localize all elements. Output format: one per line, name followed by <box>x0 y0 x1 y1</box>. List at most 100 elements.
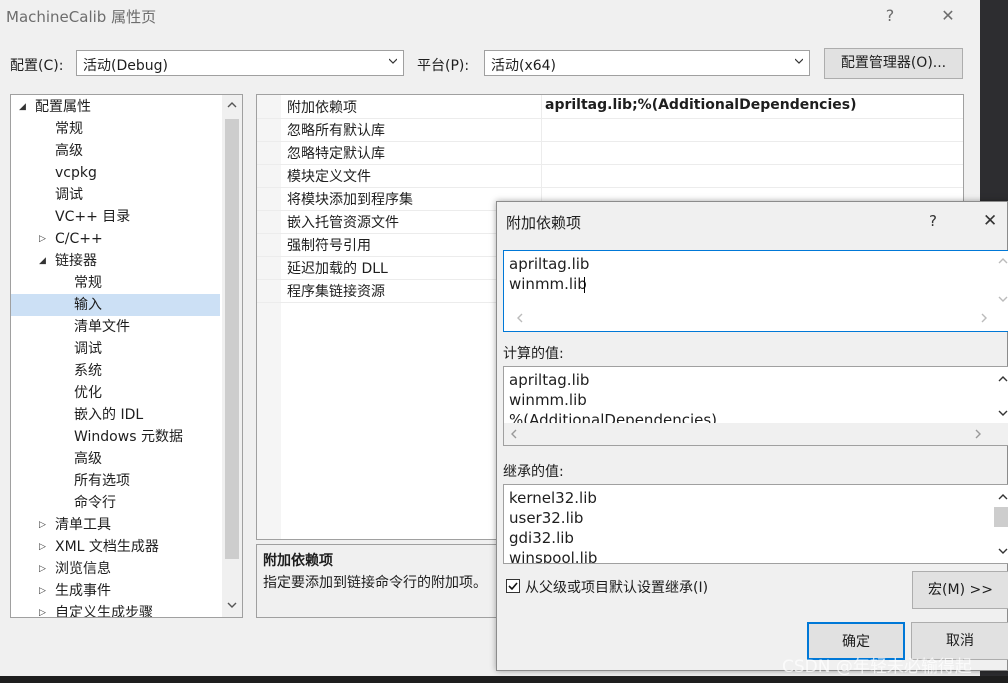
scroll-left-icon[interactable] <box>510 429 518 439</box>
close-button[interactable]: ✕ <box>934 4 962 28</box>
tree-item[interactable]: ▷ XML 文档生成器 <box>11 536 220 558</box>
macro-button[interactable]: 宏(M) >> <box>912 571 1008 609</box>
tree-item[interactable]: 高级 <box>11 140 220 162</box>
tree-item-label: 高级 <box>55 143 83 159</box>
property-name: 嵌入托管资源文件 <box>287 215 399 231</box>
platform-combo[interactable]: 活动(x64) <box>484 50 810 76</box>
tree-scrollbar[interactable] <box>222 95 242 617</box>
expand-arrow-icon[interactable]: ▷ <box>39 536 49 558</box>
description-text: 指定要添加到链接命令行的附加项。 <box>263 575 487 591</box>
tree-item[interactable]: 嵌入的 IDL <box>11 404 220 426</box>
property-name: 附加依赖项 <box>287 100 357 116</box>
computed-line: %(AdditionalDependencies) <box>509 411 718 423</box>
dialog-help-button[interactable]: ? <box>929 212 937 230</box>
computed-hscrollbar[interactable] <box>504 423 1008 445</box>
property-name: 延迟加载的 DLL <box>287 261 388 277</box>
tree-item-label: 输入 <box>74 297 102 313</box>
tree-item[interactable]: VC++ 目录 <box>11 206 220 228</box>
inherited-line: winspool.lib <box>509 549 598 563</box>
platform-value: 活动(x64) <box>491 58 557 74</box>
tree-item[interactable]: 常规 <box>11 118 220 140</box>
scroll-down-icon[interactable] <box>227 601 237 609</box>
inherited-line: kernel32.lib <box>509 489 597 507</box>
tree-item[interactable]: 常规 <box>11 272 220 294</box>
background-strip <box>0 676 1008 683</box>
tree-item-label: 命令行 <box>74 495 116 511</box>
tree-item[interactable]: 输入 <box>11 294 220 316</box>
config-combo[interactable]: 活动(Debug) <box>76 50 404 76</box>
help-button[interactable]: ? <box>876 4 904 28</box>
tree-item-label: 清单文件 <box>74 319 130 335</box>
inherited-values-box: kernel32.lib user32.lib gdi32.lib winspo… <box>503 484 1008 564</box>
tree-item[interactable]: 系统 <box>11 360 220 382</box>
tree-item[interactable]: ▷ 清单工具 <box>11 514 220 536</box>
tree-item-label: 链接器 <box>55 253 97 269</box>
dependencies-edit-box[interactable]: apriltag.lib winmm.lib <box>503 250 1008 332</box>
computed-line: apriltag.lib <box>509 371 590 389</box>
expand-arrow-icon[interactable]: ▷ <box>39 228 49 250</box>
inherited-line: gdi32.lib <box>509 529 574 547</box>
scroll-right-icon[interactable] <box>974 429 982 439</box>
tree-item[interactable]: ▷ 自定义生成步骤 <box>11 602 220 617</box>
platform-label: 平台(P): <box>417 58 470 74</box>
tree-item[interactable]: Windows 元数据 <box>11 426 220 448</box>
watermark: CSDN @年轻未必输得起 <box>782 657 972 677</box>
column-divider <box>541 164 542 187</box>
property-name: 忽略特定默认库 <box>287 146 385 162</box>
title-bar: MachineCalib 属性页 ? ✕ <box>0 0 980 32</box>
tree-item[interactable]: ◢ 配置属性 <box>11 96 220 118</box>
computed-values-label: 计算的值: <box>503 346 564 362</box>
text-caret <box>584 277 585 293</box>
description-panel: 附加依赖项 指定要添加到链接命令行的附加项。 <box>256 544 506 618</box>
config-manager-button[interactable]: 配置管理器(O)... <box>824 48 963 79</box>
property-row[interactable]: 忽略特定默认库 <box>257 141 963 165</box>
tree-item[interactable]: ▷ 浏览信息 <box>11 558 220 580</box>
tree-item[interactable]: 所有选项 <box>11 470 220 492</box>
expand-arrow-icon[interactable]: ▷ <box>39 602 49 617</box>
column-divider <box>541 118 542 141</box>
config-value: 活动(Debug) <box>83 58 168 74</box>
tree-item[interactable]: ▷ C/C++ <box>11 228 220 250</box>
tree-item-label: 调试 <box>74 341 102 357</box>
tree-item-label: 常规 <box>74 275 102 291</box>
inherited-line: user32.lib <box>509 509 584 527</box>
scroll-up-icon[interactable] <box>227 101 237 109</box>
scroll-right-icon[interactable] <box>980 313 988 323</box>
tree-item-label: 嵌入的 IDL <box>74 407 144 423</box>
tree-item[interactable]: vcpkg <box>11 162 220 184</box>
expand-arrow-icon[interactable]: ▷ <box>39 514 49 536</box>
tree-item-label: 高级 <box>74 451 102 467</box>
dialog-close-button[interactable]: ✕ <box>983 211 997 231</box>
tree-item-label: 浏览信息 <box>55 561 111 577</box>
scroll-down-icon[interactable] <box>998 295 1008 303</box>
tree-item-label: 配置属性 <box>35 99 91 115</box>
expand-arrow-icon[interactable]: ▷ <box>39 580 49 602</box>
inherited-values-label: 继承的值: <box>503 464 564 480</box>
scroll-up-icon[interactable] <box>998 493 1008 501</box>
property-row[interactable]: 忽略所有默认库 <box>257 118 963 142</box>
inherit-checkbox[interactable] <box>506 579 520 593</box>
scroll-down-icon[interactable] <box>998 409 1008 417</box>
property-row[interactable]: 模块定义文件 <box>257 164 963 188</box>
scroll-down-icon[interactable] <box>998 547 1008 555</box>
tree-item[interactable]: 高级 <box>11 448 220 470</box>
tree-item[interactable]: ▷ 生成事件 <box>11 580 220 602</box>
property-value[interactable]: apriltag.lib;%(AdditionalDependencies) <box>545 97 857 113</box>
tree-item[interactable]: 命令行 <box>11 492 220 514</box>
scroll-up-icon[interactable] <box>998 375 1008 383</box>
scroll-left-icon[interactable] <box>516 313 524 323</box>
collapse-arrow-icon[interactable]: ◢ <box>39 250 49 272</box>
tree-item[interactable]: ◢ 链接器 <box>11 250 220 272</box>
checkmark-icon <box>508 582 518 591</box>
tree-item[interactable]: 调试 <box>11 338 220 360</box>
property-row[interactable]: 附加依赖项 apriltag.lib;%(AdditionalDependenci… <box>257 95 963 119</box>
tree-item[interactable]: 调试 <box>11 184 220 206</box>
tree-scroll-thumb[interactable] <box>225 119 239 559</box>
tree-item[interactable]: 清单文件 <box>11 316 220 338</box>
config-label: 配置(C): <box>10 58 64 74</box>
collapse-arrow-icon[interactable]: ◢ <box>19 96 29 118</box>
scroll-up-icon[interactable] <box>998 257 1008 265</box>
expand-arrow-icon[interactable]: ▷ <box>39 558 49 580</box>
tree-item[interactable]: 优化 <box>11 382 220 404</box>
inherited-scroll-thumb[interactable] <box>994 507 1008 527</box>
